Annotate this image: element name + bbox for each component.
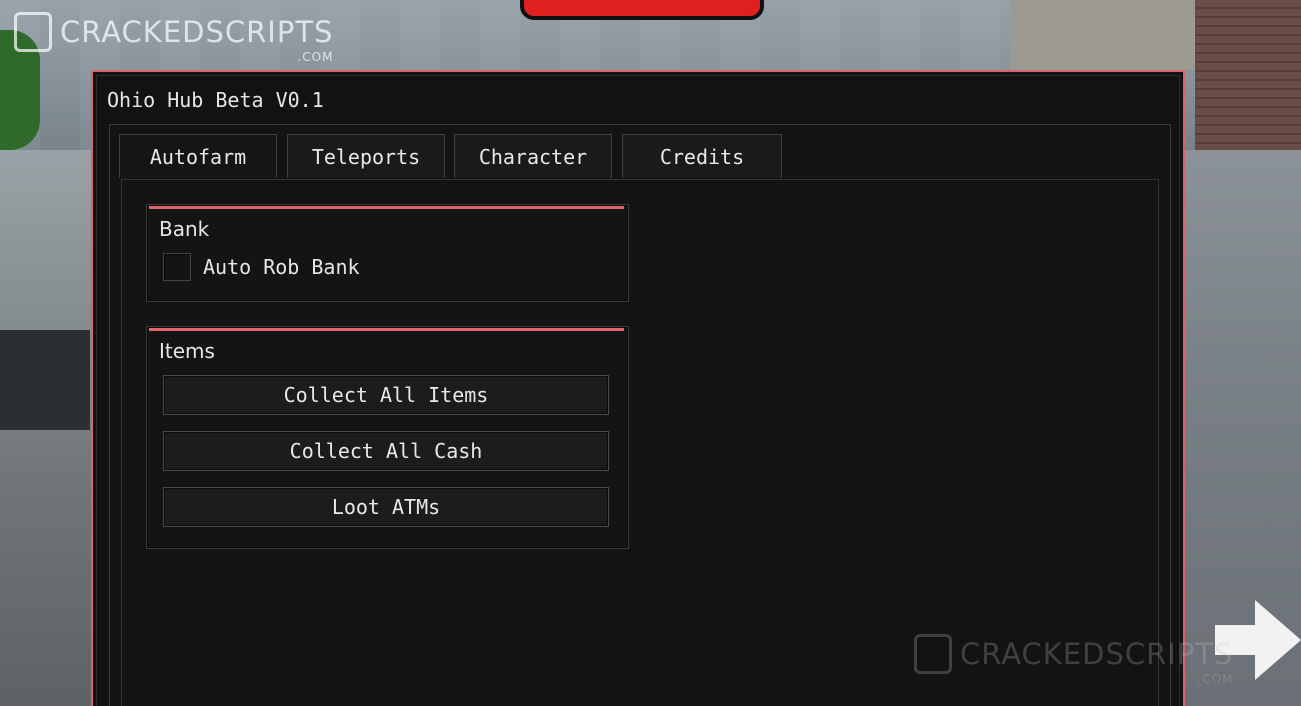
watermark-top: CRACKEDSCRIPTS .COM — [14, 12, 334, 64]
bank-section-title: Bank — [159, 217, 210, 241]
watermark-brand: CRACKEDSCRIPTS — [960, 637, 1234, 671]
game-viewport: CRACKEDSCRIPTS .COM Ohio Hub Beta V0.1 A… — [0, 0, 1301, 706]
window-title: Ohio Hub Beta V0.1 — [107, 88, 324, 112]
auto-rob-bank-toggle[interactable]: Auto Rob Bank — [163, 253, 360, 281]
tab-label: Teleports — [311, 144, 421, 169]
auto-rob-bank-checkbox[interactable] — [163, 253, 191, 281]
tab-label: Character — [478, 144, 588, 169]
bank-section: Bank Auto Rob Bank — [146, 204, 629, 302]
collect-all-items-button[interactable]: Collect All Items — [163, 375, 609, 415]
tab-teleports[interactable]: Teleports — [287, 134, 445, 178]
tab-label: Credits — [659, 144, 745, 169]
watermark-bottom: CRACKEDSCRIPTS .COM — [914, 634, 1234, 686]
tab-label: Autofarm — [149, 144, 247, 169]
tab-character[interactable]: Character — [454, 134, 612, 178]
background-brick-wall — [1195, 0, 1301, 160]
items-section: Items Collect All Items Collect All Cash… — [146, 326, 629, 549]
cracked-scripts-logo-icon — [14, 12, 52, 52]
watermark-brand: CRACKEDSCRIPTS — [60, 15, 334, 49]
cracked-scripts-logo-icon — [914, 634, 952, 674]
background-building — [1010, 0, 1200, 70]
background-red-sign — [520, 0, 764, 20]
tab-credits[interactable]: Credits — [622, 134, 782, 178]
section-accent-bar — [149, 328, 624, 331]
background-curb — [0, 330, 90, 430]
collect-all-cash-button[interactable]: Collect All Cash — [163, 431, 609, 471]
script-hub-window: Ohio Hub Beta V0.1 Autofarm Teleports Ch… — [91, 70, 1185, 706]
loot-atms-button[interactable]: Loot ATMs — [163, 487, 609, 527]
tab-autofarm[interactable]: Autofarm — [119, 134, 277, 178]
items-section-title: Items — [159, 339, 215, 363]
auto-rob-bank-label: Auto Rob Bank — [203, 255, 360, 279]
watermark-domain: .COM — [1197, 672, 1234, 686]
autofarm-tab-content: Bank Auto Rob Bank Items Collect All Ite… — [121, 179, 1159, 706]
section-accent-bar — [149, 206, 624, 209]
watermark-domain: .COM — [297, 50, 334, 64]
